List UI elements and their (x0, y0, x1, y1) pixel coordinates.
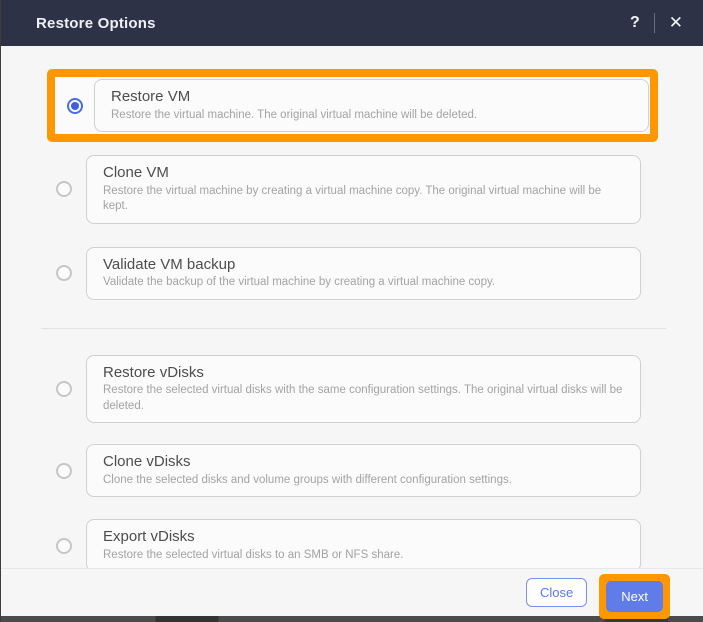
option-restore-vm[interactable]: Restore VM Restore the virtual machine. … (55, 79, 649, 133)
option-export-vdisks[interactable]: Export vDisks Restore the selected virtu… (42, 519, 641, 568)
radio-cell (55, 97, 94, 114)
option-title: Export vDisks (103, 528, 195, 546)
page-behind-strip (1, 616, 703, 622)
close-button[interactable]: Close (526, 578, 588, 607)
option-description: Restore the selected virtual disks with … (103, 384, 623, 412)
radio-clone-vdisks[interactable] (56, 462, 72, 479)
option-card-clone-vdisks[interactable]: Clone vDisks Clone the selected disks an… (86, 444, 641, 498)
radio-validate-vm-backup[interactable] (56, 265, 72, 282)
option-title: Restore vDisks (103, 363, 204, 381)
radio-export-vdisks[interactable] (56, 537, 72, 554)
dialog-footer: Close Next (1, 568, 703, 619)
radio-restore-vdisks[interactable] (56, 380, 72, 397)
close-icon[interactable]: ✕ (665, 13, 687, 33)
dialog-header: Restore Options ? ✕ (1, 0, 703, 46)
dialog-body: Restore VM Restore the virtual machine. … (1, 46, 703, 568)
option-restore-vdisks[interactable]: Restore vDisks Restore the selected virt… (42, 354, 641, 424)
option-card-restore-vdisks[interactable]: Restore vDisks Restore the selected virt… (86, 354, 641, 424)
radio-cell (42, 181, 86, 198)
option-title: Clone VM (103, 164, 169, 182)
restore-options-dialog: Restore Options ? ✕ Restore VM Restore t… (0, 0, 703, 622)
option-card-export-vdisks[interactable]: Export vDisks Restore the selected virtu… (86, 519, 641, 568)
radio-restore-vm[interactable] (66, 97, 83, 114)
radio-cell (42, 537, 86, 554)
highlight-box-next: Next (599, 574, 670, 619)
radio-cell (42, 380, 86, 397)
section-divider (41, 327, 666, 329)
option-title: Clone vDisks (103, 453, 191, 471)
next-button[interactable]: Next (606, 581, 663, 612)
header-divider (653, 13, 655, 33)
help-icon[interactable]: ? (626, 14, 644, 32)
header-actions: ? ✕ (626, 13, 687, 33)
option-validate-vm-backup[interactable]: Validate VM backup Validate the backup o… (42, 246, 641, 300)
option-description: Restore the virtual machine by creating … (103, 184, 602, 213)
option-card-clone-vm[interactable]: Clone VM Restore the virtual machine by … (86, 155, 641, 224)
option-card-validate-vm-backup[interactable]: Validate VM backup Validate the backup o… (86, 246, 641, 300)
option-card-restore-vm[interactable]: Restore VM Restore the virtual machine. … (94, 79, 649, 133)
radio-clone-vm[interactable] (56, 181, 72, 198)
option-description: Restore the selected virtual disks to an… (103, 548, 404, 561)
radio-cell (42, 462, 86, 479)
option-description: Validate the backup of the virtual machi… (103, 276, 496, 289)
option-title: Validate VM backup (103, 255, 236, 273)
radio-cell (42, 265, 86, 282)
highlight-box-restore-vm: Restore VM Restore the virtual machine. … (47, 69, 658, 143)
option-clone-vdisks[interactable]: Clone vDisks Clone the selected disks an… (42, 444, 641, 498)
option-description: Clone the selected disks and volume grou… (103, 473, 512, 486)
dialog-title: Restore Options (36, 14, 156, 32)
option-clone-vm[interactable]: Clone VM Restore the virtual machine by … (42, 155, 641, 224)
option-title: Restore VM (111, 88, 191, 105)
option-description: Restore the virtual machine. The origina… (111, 108, 478, 121)
